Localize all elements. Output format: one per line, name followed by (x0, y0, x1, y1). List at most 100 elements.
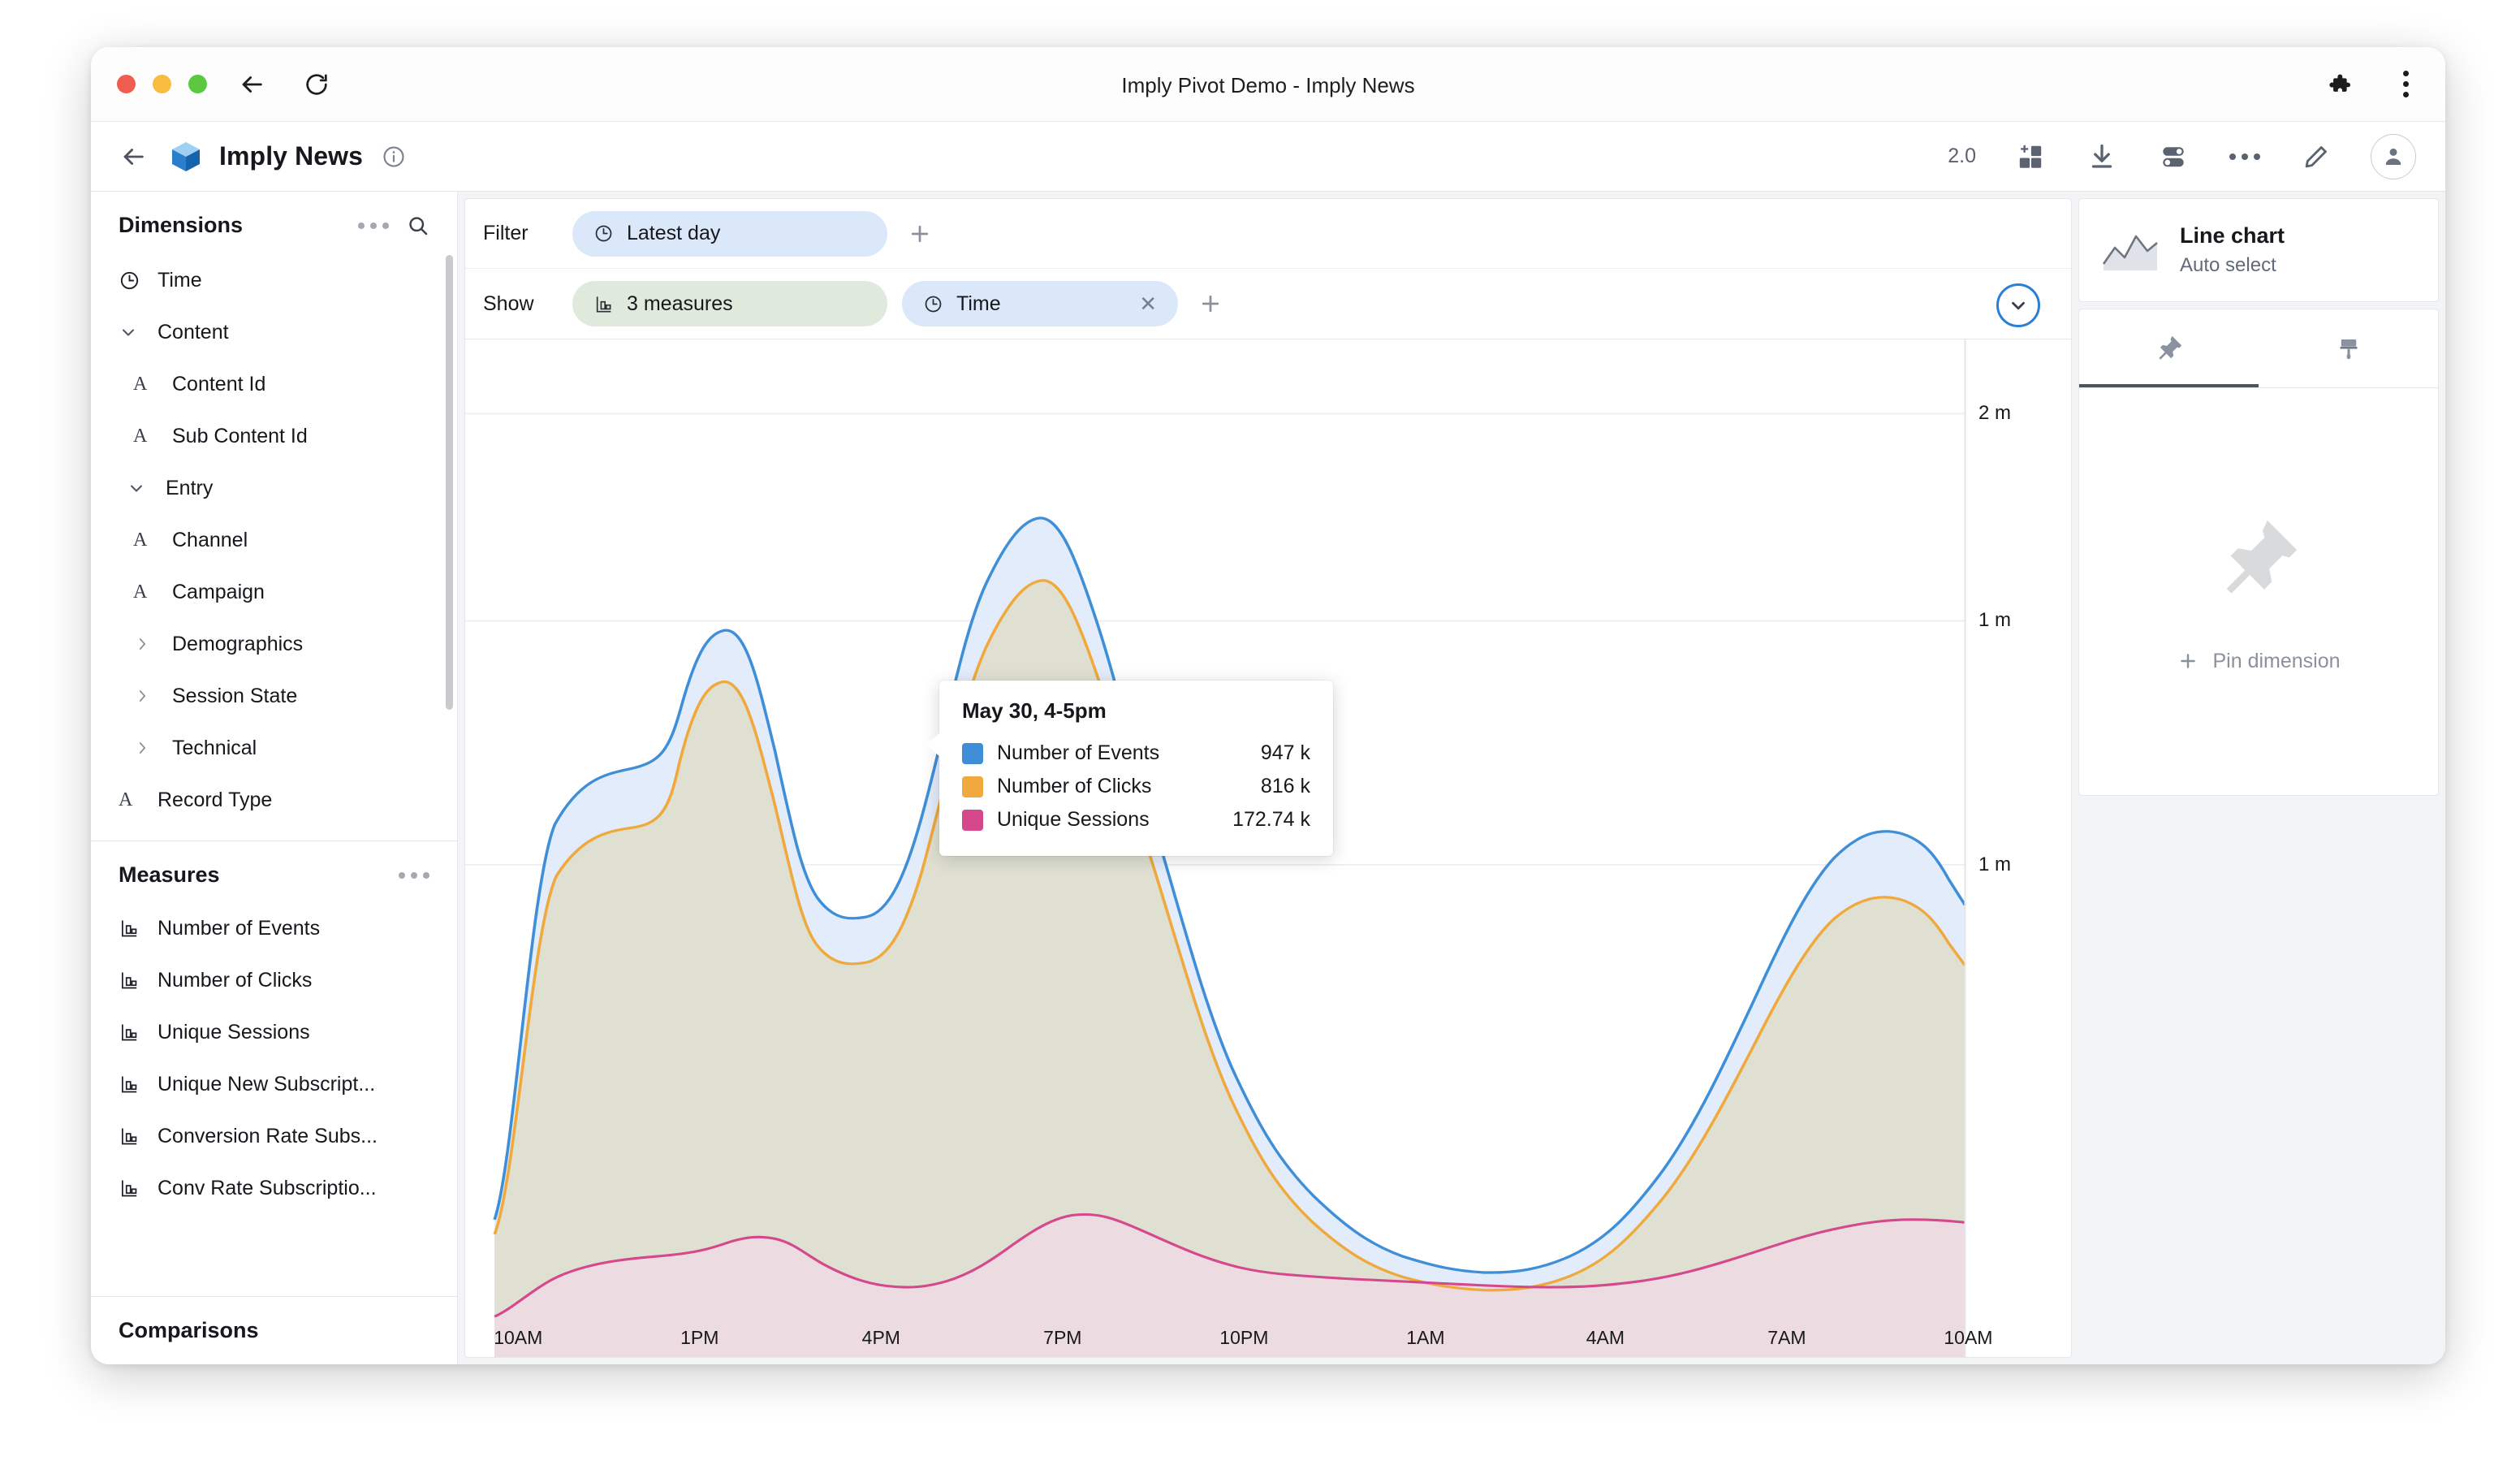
app-header: Imply News 2.0 (91, 122, 2445, 192)
clock-icon (593, 223, 614, 244)
edit-pencil-icon[interactable] (2299, 140, 2333, 174)
sidebar-item-channel[interactable]: A Channel (91, 514, 457, 566)
browser-chrome-actions (2324, 68, 2421, 99)
filter-label: Filter (483, 222, 572, 245)
sidebar-item-label: Entry (166, 477, 213, 500)
dimensions-search-icon[interactable] (407, 214, 429, 237)
visualization-selector[interactable]: Line chart Auto select (2078, 198, 2439, 302)
app-back-arrow-icon[interactable] (115, 139, 151, 175)
tab-format[interactable] (2259, 309, 2438, 387)
dimensions-header: Dimensions (91, 192, 457, 248)
measure-item-label: Conversion Rate Subs... (158, 1125, 378, 1148)
sidebar-item-label: Content (158, 321, 229, 344)
dimensions-list: Time Content A Content Id (91, 248, 457, 826)
tooltip-measure-name: Number of Clicks (997, 775, 1151, 798)
add-tile-icon[interactable] (2013, 140, 2048, 174)
string-type-icon: A (133, 374, 162, 395)
tooltip-title: May 30, 4-5pm (962, 698, 1310, 724)
sidebar-item-label: Sub Content Id (172, 425, 308, 448)
chevron-down-icon (127, 478, 156, 498)
sidebar-item-sub-content-id[interactable]: A Sub Content Id (91, 410, 457, 462)
browser-tab-title: Imply Pivot Demo - Imply News (91, 73, 2445, 98)
measure-icon (119, 970, 148, 991)
add-filter-plus-icon[interactable] (902, 216, 938, 252)
measure-item-number-of-events[interactable]: Number of Events (91, 902, 457, 954)
tooltip-measure-value: 947 k (1261, 741, 1310, 765)
sidebar-item-time[interactable]: Time (91, 254, 457, 306)
sidebar-item-label: Content Id (172, 373, 265, 396)
info-circle-icon[interactable] (381, 144, 407, 170)
sidebar-item-technical[interactable]: Technical (91, 722, 457, 774)
active-tab-indicator (2079, 384, 2259, 387)
pin-dimension-button[interactable]: Pin dimension (2177, 650, 2340, 673)
show-label: Show (483, 292, 572, 316)
sidebar-item-label: Session State (172, 685, 297, 708)
clock-icon (923, 294, 943, 314)
visualization-title: Line chart (2180, 223, 2285, 248)
puzzle-piece-icon[interactable] (2324, 68, 2354, 99)
tooltip-measure-name: Number of Events (997, 741, 1159, 765)
close-x-icon[interactable]: ✕ (1118, 292, 1157, 317)
show-pill-3-measures[interactable]: 3 measures (572, 281, 887, 326)
comparisons-section-title[interactable]: Comparisons (91, 1296, 457, 1364)
more-horizontal-icon[interactable] (2228, 140, 2262, 174)
filter-pill-latest-day[interactable]: Latest day (572, 211, 887, 257)
kebab-menu-icon[interactable] (2390, 68, 2421, 99)
chart-tooltip: May 30, 4-5pm Number of Events 947 k Num… (939, 681, 1333, 856)
measure-icon (593, 294, 614, 314)
sidebar-item-content-id[interactable]: A Content Id (91, 358, 457, 410)
measure-icon (119, 1126, 148, 1147)
filter-bar: Filter Latest day (465, 199, 2071, 269)
page-title: Imply News (219, 141, 363, 171)
add-split-plus-icon[interactable] (1193, 286, 1228, 322)
measure-item-unique-sessions[interactable]: Unique Sessions (91, 1006, 457, 1058)
legend-swatch (962, 810, 983, 831)
sidebar-item-label: Time (158, 269, 202, 292)
chevron-right-icon (133, 687, 162, 705)
sidebar-item-label: Demographics (172, 633, 303, 656)
visualization-subtitle: Auto select (2180, 254, 2285, 277)
measure-icon (119, 918, 148, 939)
measure-item-label: Number of Clicks (158, 969, 312, 992)
sidebar-scrollbar[interactable] (446, 255, 453, 710)
user-avatar-icon[interactable] (2371, 134, 2416, 179)
clock-icon (119, 270, 148, 292)
measure-item-number-of-clicks[interactable]: Number of Clicks (91, 954, 457, 1006)
toggles-icon[interactable] (2156, 140, 2190, 174)
measures-header: Measures (91, 841, 457, 897)
chevron-down-circle-icon[interactable] (1996, 283, 2040, 327)
line-chart-icon (2100, 227, 2160, 274)
measure-item-conversion-rate-subs[interactable]: Conversion Rate Subs... (91, 1110, 457, 1162)
download-icon[interactable] (2085, 140, 2119, 174)
show-pill-time[interactable]: Time ✕ (902, 281, 1178, 326)
tab-pinboard[interactable] (2079, 309, 2259, 387)
dimensions-more-horizontal-icon[interactable] (358, 223, 389, 229)
measure-item-label: Number of Events (158, 917, 320, 940)
measure-item-label: Unique New Subscript... (158, 1073, 375, 1096)
show-bar: Show 3 measures Time ✕ (465, 269, 2071, 339)
left-sidebar: Dimensions (91, 192, 458, 1364)
measures-more-horizontal-icon[interactable] (399, 872, 429, 879)
legend-swatch (962, 776, 983, 797)
pinboard-tabs (2079, 309, 2438, 387)
pin-dimension-label: Pin dimension (2212, 650, 2340, 673)
tooltip-row: Unique Sessions 172.74 k (962, 803, 1310, 836)
sidebar-item-label: Campaign (172, 581, 265, 604)
dimensions-title: Dimensions (119, 213, 243, 238)
sidebar-item-label: Technical (172, 737, 257, 760)
sidebar-item-record-type[interactable]: A Record Type (91, 774, 457, 826)
browser-titlebar: Imply Pivot Demo - Imply News (91, 47, 2445, 122)
sidebar-item-demographics[interactable]: Demographics (91, 618, 457, 670)
sidebar-item-content[interactable]: Content (91, 306, 457, 358)
measures-title: Measures (119, 862, 220, 888)
legend-swatch (962, 743, 983, 764)
measure-item-conv-rate-subscription[interactable]: Conv Rate Subscriptio... (91, 1162, 457, 1214)
show-pill-label: Time (956, 292, 1001, 316)
sidebar-item-campaign[interactable]: A Campaign (91, 566, 457, 618)
sidebar-item-entry[interactable]: Entry (91, 462, 457, 514)
right-sidebar: Line chart Auto select (2078, 192, 2445, 1364)
measure-item-unique-new-subscriptions[interactable]: Unique New Subscript... (91, 1058, 457, 1110)
chevron-right-icon (133, 635, 162, 653)
sidebar-item-session-state[interactable]: Session State (91, 670, 457, 722)
filter-pill-label: Latest day (627, 222, 720, 245)
